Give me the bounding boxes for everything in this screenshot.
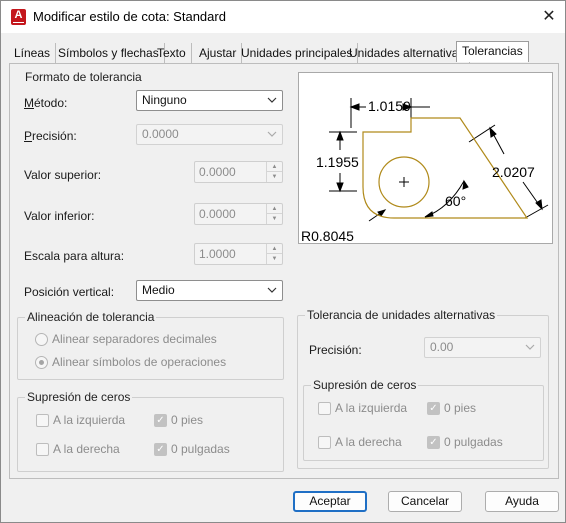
spin-down-icon[interactable]: ▼ <box>267 254 282 264</box>
zr-inches-checkbox[interactable]: ✓ <box>427 436 440 449</box>
title-bar: A Modificar estilo de cota: Standard ✕ <box>1 1 565 33</box>
spin-up-icon[interactable]: ▲ <box>267 162 282 172</box>
alt-units-title: Tolerancia de unidades alternativas <box>305 308 498 322</box>
height-scale-spinner[interactable]: 1.0000 ▲ ▼ <box>194 243 283 265</box>
zero-suppression-right-title: Supresión de ceros <box>311 378 419 392</box>
method-select[interactable]: Ninguno <box>136 90 283 111</box>
tolerance-format-group: Formato de tolerancia Método: Ninguno Pr… <box>16 70 284 303</box>
zl-leading-label: A la izquierda <box>53 413 126 427</box>
align-decimal-radio[interactable] <box>35 333 48 346</box>
align-operational-radio[interactable] <box>35 356 48 369</box>
dialog-title: Modificar estilo de cota: Standard <box>33 9 226 24</box>
vertical-position-label: Posición vertical: <box>24 285 115 299</box>
align-operational-label: Alinear símbolos de operaciones <box>52 355 227 369</box>
tab-unidades-alternativas[interactable]: Unidades alternativas <box>344 43 471 63</box>
autocad-app-icon: A <box>11 9 26 25</box>
dimension-preview-drawing: 1.0159 1.1955 2.0207 60° R0.8045 <box>301 98 549 244</box>
tab-tolerancias[interactable]: Tolerancias <box>456 41 529 62</box>
zl-trailing-checkbox[interactable] <box>36 443 49 456</box>
alt-precision-label: Precisión: <box>309 343 362 357</box>
zl-feet-label: 0 pies <box>171 413 204 427</box>
tab-simbolos-flechas[interactable]: Símbolos y flechas <box>53 43 165 63</box>
height-scale-field[interactable]: 1.0000 <box>199 247 236 261</box>
zl-inches-checkbox[interactable]: ✓ <box>154 443 167 456</box>
tolerance-format-title: Formato de tolerancia <box>23 70 144 84</box>
upper-value-label: Valor superior: <box>24 168 102 182</box>
zero-suppression-left-group: Supresión de ceros A la izquierda ✓ 0 pi… <box>17 390 284 472</box>
zr-leading-checkbox[interactable] <box>318 402 331 415</box>
zl-inches-label: 0 pulgadas <box>171 442 230 456</box>
zr-feet-checkbox[interactable]: ✓ <box>427 402 440 415</box>
ok-button[interactable]: Aceptar <box>293 491 367 512</box>
precision-select[interactable]: 0.0000 <box>136 124 283 145</box>
height-scale-label: Escala para altura: <box>24 249 125 263</box>
spin-up-icon[interactable]: ▲ <box>267 244 282 254</box>
upper-value-field[interactable]: 0.0000 <box>199 165 236 179</box>
help-button[interactable]: Ayuda <box>485 491 559 512</box>
align-decimal-label: Alinear separadores decimales <box>52 332 217 346</box>
chevron-down-icon <box>267 97 277 103</box>
tab-lineas[interactable]: Líneas <box>9 43 57 63</box>
zr-feet-label: 0 pies <box>444 401 477 415</box>
angle-text: 60° <box>445 193 466 209</box>
chevron-down-icon <box>267 131 277 137</box>
alt-precision-select[interactable]: 0.00 <box>424 337 541 358</box>
zero-suppression-left-title: Supresión de ceros <box>25 390 133 404</box>
tolerancias-panel: Formato de tolerancia Método: Ninguno Pr… <box>9 63 559 479</box>
zr-trailing-checkbox[interactable] <box>318 436 331 449</box>
zr-inches-label: 0 pulgadas <box>444 435 503 449</box>
zr-leading-label: A la izquierda <box>335 401 408 415</box>
precision-label: Precisión: <box>24 129 77 143</box>
zl-leading-checkbox[interactable] <box>36 414 49 427</box>
zr-trailing-label: A la derecha <box>335 435 402 449</box>
radius-text: R0.8045 <box>301 228 354 243</box>
spin-down-icon[interactable]: ▼ <box>267 214 282 224</box>
alignment-group: Alineación de tolerancia Alinear separad… <box>17 310 284 380</box>
preview-image: 1.0159 1.1955 2.0207 60° R0.8045 <box>298 72 553 244</box>
method-label: Método: <box>24 96 68 110</box>
dim-right-text: 2.0207 <box>492 164 535 180</box>
vertical-position-select[interactable]: Medio <box>136 280 283 301</box>
zero-suppression-right-group: Supresión de ceros A la izquierda ✓ 0 pi… <box>303 378 544 461</box>
zl-trailing-label: A la derecha <box>53 442 120 456</box>
close-icon[interactable]: ✕ <box>539 7 559 27</box>
dialog-window: A Modificar estilo de cota: Standard ✕ L… <box>0 0 566 523</box>
lower-value-label: Valor inferior: <box>24 209 95 223</box>
upper-value-spinner[interactable]: 0.0000 ▲ ▼ <box>194 161 283 183</box>
tab-strip: Líneas Símbolos y flechas Texto Ajustar … <box>9 41 559 64</box>
spin-down-icon[interactable]: ▼ <box>267 172 282 182</box>
alt-units-group: Tolerancia de unidades alternativas Prec… <box>297 308 549 469</box>
zl-feet-checkbox[interactable]: ✓ <box>154 414 167 427</box>
cancel-button[interactable]: Cancelar <box>388 491 462 512</box>
chevron-down-icon <box>267 287 277 293</box>
dim-left-text: 1.1955 <box>316 154 359 170</box>
dim-top-text: 1.0159 <box>368 98 411 114</box>
chevron-down-icon <box>525 344 535 350</box>
spin-up-icon[interactable]: ▲ <box>267 204 282 214</box>
tab-unidades-principales[interactable]: Unidades principales <box>236 43 359 63</box>
lower-value-field[interactable]: 0.0000 <box>199 207 236 221</box>
tab-texto[interactable]: Texto <box>152 43 192 63</box>
alignment-title: Alineación de tolerancia <box>25 310 157 324</box>
lower-value-spinner[interactable]: 0.0000 ▲ ▼ <box>194 203 283 225</box>
